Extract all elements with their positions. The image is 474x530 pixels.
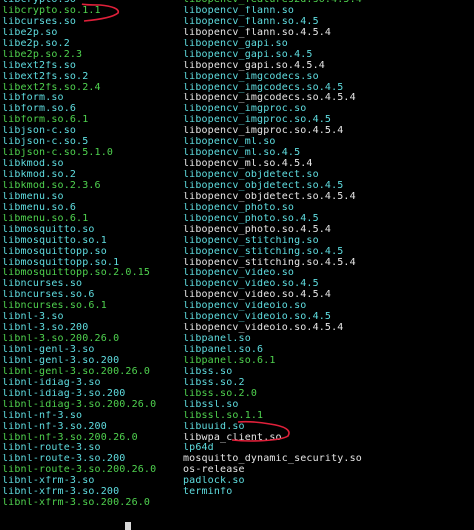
file-entry: libopencv_objdetect.so — [183, 170, 319, 180]
file-entry: libkmod.so.2.3.6 — [2, 180, 101, 191]
file-entry: libnl-xfrm-3.so.200.26.0 — [2, 498, 151, 509]
file-entry: libnl-route-3.so.200.26.0 — [2, 465, 157, 476]
file-entry: libopencv_videoio.so.4.5 — [183, 312, 332, 323]
file-entry: libopencv_gapi.so.4.5.4 — [183, 60, 325, 71]
file-entry: libopencv_videoio.so.4.5.4 — [183, 323, 344, 334]
file-entry: libss.so.2 — [183, 377, 245, 388]
file-entry: libopencv_flann.so.4.5 — [183, 16, 319, 27]
file-entry: libcrypto.so.1.1 — [2, 5, 101, 16]
file-entry: libopencv_photo.so.4.5.4 — [183, 224, 332, 235]
file-entry: libe2p.so.2.3 — [2, 49, 83, 60]
file-entry: libopencv_stitching.so — [183, 235, 319, 246]
terminal-cursor — [125, 522, 131, 530]
file-entry: libopencv_video.so.4.5.4 — [183, 290, 332, 301]
file-entry: libnl-3.so.200 — [2, 323, 89, 334]
file-entry: mosquitto_dynamic_security.so — [183, 454, 362, 465]
file-entry: libssl.so.1.1 — [183, 410, 264, 421]
file-entry: libwpa_client.so — [183, 432, 282, 443]
file-entry: lp64d — [183, 443, 214, 454]
file-entry: libopencv_imgcodecs.so.4.5 — [183, 82, 344, 93]
file-entry: libe2p.so — [2, 27, 58, 38]
file-entry: libss.so.2.0 — [183, 388, 258, 399]
file-entry: libcurses.so — [2, 16, 77, 27]
file-entry: libnl-genl-3.so.200 — [2, 355, 120, 366]
file-entry: libe2p.so.2 — [2, 38, 70, 49]
file-entry: libjson-c.so.5 — [2, 137, 89, 148]
file-entry: libopencv_imgcodecs.so.4.5.4 — [183, 93, 356, 104]
terminal-window[interactable]: libcrypto.solibcrypto.so.1.1libcurses.so… — [0, 0, 474, 530]
file-entry: libmosquittopp.so.1 — [2, 257, 120, 268]
file-entry: libext2fs.so.2.4 — [2, 82, 101, 93]
file-entry: libmosquittopp.so — [2, 246, 107, 257]
file-entry: libopencv_objdetect.so.4.5.4 — [183, 191, 356, 202]
file-entry: libnl-3.so.200.26.0 — [2, 334, 120, 345]
file-entry: libkmod.so — [2, 159, 64, 170]
file-entry: libopencv_gapi.so — [183, 38, 288, 49]
file-entry: libform.so.6.1 — [2, 115, 89, 126]
file-entry: libkmod.so.2 — [2, 170, 77, 180]
file-entry: libopencv_imgcodecs.so — [183, 71, 319, 82]
file-entry: libss.so — [183, 366, 233, 377]
file-entry: libssl.so — [183, 399, 239, 410]
file-entry: libuuid.so — [183, 421, 245, 432]
file-entry: libopencv_objdetect.so.4.5 — [183, 180, 344, 191]
file-entry: libmosquitto.so.1 — [2, 235, 107, 246]
file-entry: libopencv_flann.so — [183, 5, 295, 16]
file-list-right-column: libopencv_features2d.so.4.5.4libopencv_f… — [183, 0, 473, 498]
file-entry: libnl-genl-3.so.200.26.0 — [2, 366, 151, 377]
file-entry: libnl-idiag-3.so — [2, 377, 101, 388]
file-entry: libnl-nf-3.so.200.26.0 — [2, 432, 138, 443]
file-entry: libnl-route-3.so.200 — [2, 454, 126, 465]
file-entry: libopencv_imgproc.so.4.5.4 — [183, 126, 344, 137]
file-entry: libopencv_video.so.4.5 — [183, 279, 319, 290]
file-entry: libmenu.so — [2, 191, 64, 202]
file-entry: libnl-xfrm-3.so.200 — [2, 487, 120, 498]
file-entry: libnl-3.so — [2, 312, 64, 323]
file-entry: padlock.so — [183, 476, 245, 487]
file-entry: libopencv_flann.so.4.5.4 — [183, 27, 332, 38]
file-entry: libmosquittopp.so.2.0.15 — [2, 268, 151, 279]
file-entry: libncurses.so — [2, 279, 83, 290]
file-entry: libnl-xfrm-3.so — [2, 476, 95, 487]
file-entry: libform.so — [2, 93, 64, 104]
file-entry: libopencv_ml.so.4.5 — [183, 148, 301, 159]
file-entry: libjson-c.so.5.1.0 — [2, 148, 114, 159]
file-entry: terminfo — [183, 487, 233, 498]
file-entry: os-release — [183, 465, 245, 476]
file-entry: libpanel.so.6.1 — [183, 355, 276, 366]
file-entry: libncurses.so.6 — [2, 290, 95, 301]
file-list-left-column: libcrypto.solibcrypto.so.1.1libcurses.so… — [2, 0, 178, 509]
file-entry: libopencv_video.so — [183, 268, 295, 279]
file-entry: libopencv_videoio.so — [183, 301, 307, 312]
file-entry: libopencv_gapi.so.4.5 — [183, 49, 313, 60]
file-entry: libnl-nf-3.so — [2, 410, 83, 421]
file-entry: libnl-route-3.so — [2, 443, 101, 454]
file-entry: libpanel.so.6 — [183, 345, 264, 355]
file-entry: libjson-c.so — [2, 126, 77, 137]
file-entry: libnl-nf-3.so.200 — [2, 421, 107, 432]
file-entry: libform.so.6 — [2, 104, 77, 115]
file-entry: libpanel.so — [183, 334, 251, 345]
file-entry: libmenu.so.6 — [2, 202, 77, 213]
file-entry: libopencv_photo.so.4.5 — [183, 213, 319, 224]
file-entry: libmosquitto.so — [2, 224, 95, 235]
file-entry: libopencv_photo.so — [183, 202, 295, 213]
file-entry: libopencv_imgproc.so.4.5 — [183, 115, 332, 126]
file-entry: libopencv_ml.so.4.5.4 — [183, 159, 313, 170]
file-entry: libopencv_ml.so — [183, 137, 276, 148]
file-entry: libopencv_stitching.so.4.5 — [183, 246, 344, 257]
file-entry: libext2fs.so — [2, 60, 77, 71]
file-entry: libncurses.so.6.1 — [2, 301, 107, 312]
file-entry: libnl-idiag-3.so.200.26.0 — [2, 399, 157, 410]
file-entry: libopencv_imgproc.so — [183, 104, 307, 115]
file-entry: libmenu.so.6.1 — [2, 213, 89, 224]
file-entry: libopencv_stitching.so.4.5.4 — [183, 257, 356, 268]
file-entry: libnl-idiag-3.so.200 — [2, 388, 126, 399]
file-entry: libnl-genl-3.so — [2, 345, 95, 355]
file-entry: libext2fs.so.2 — [2, 71, 89, 82]
